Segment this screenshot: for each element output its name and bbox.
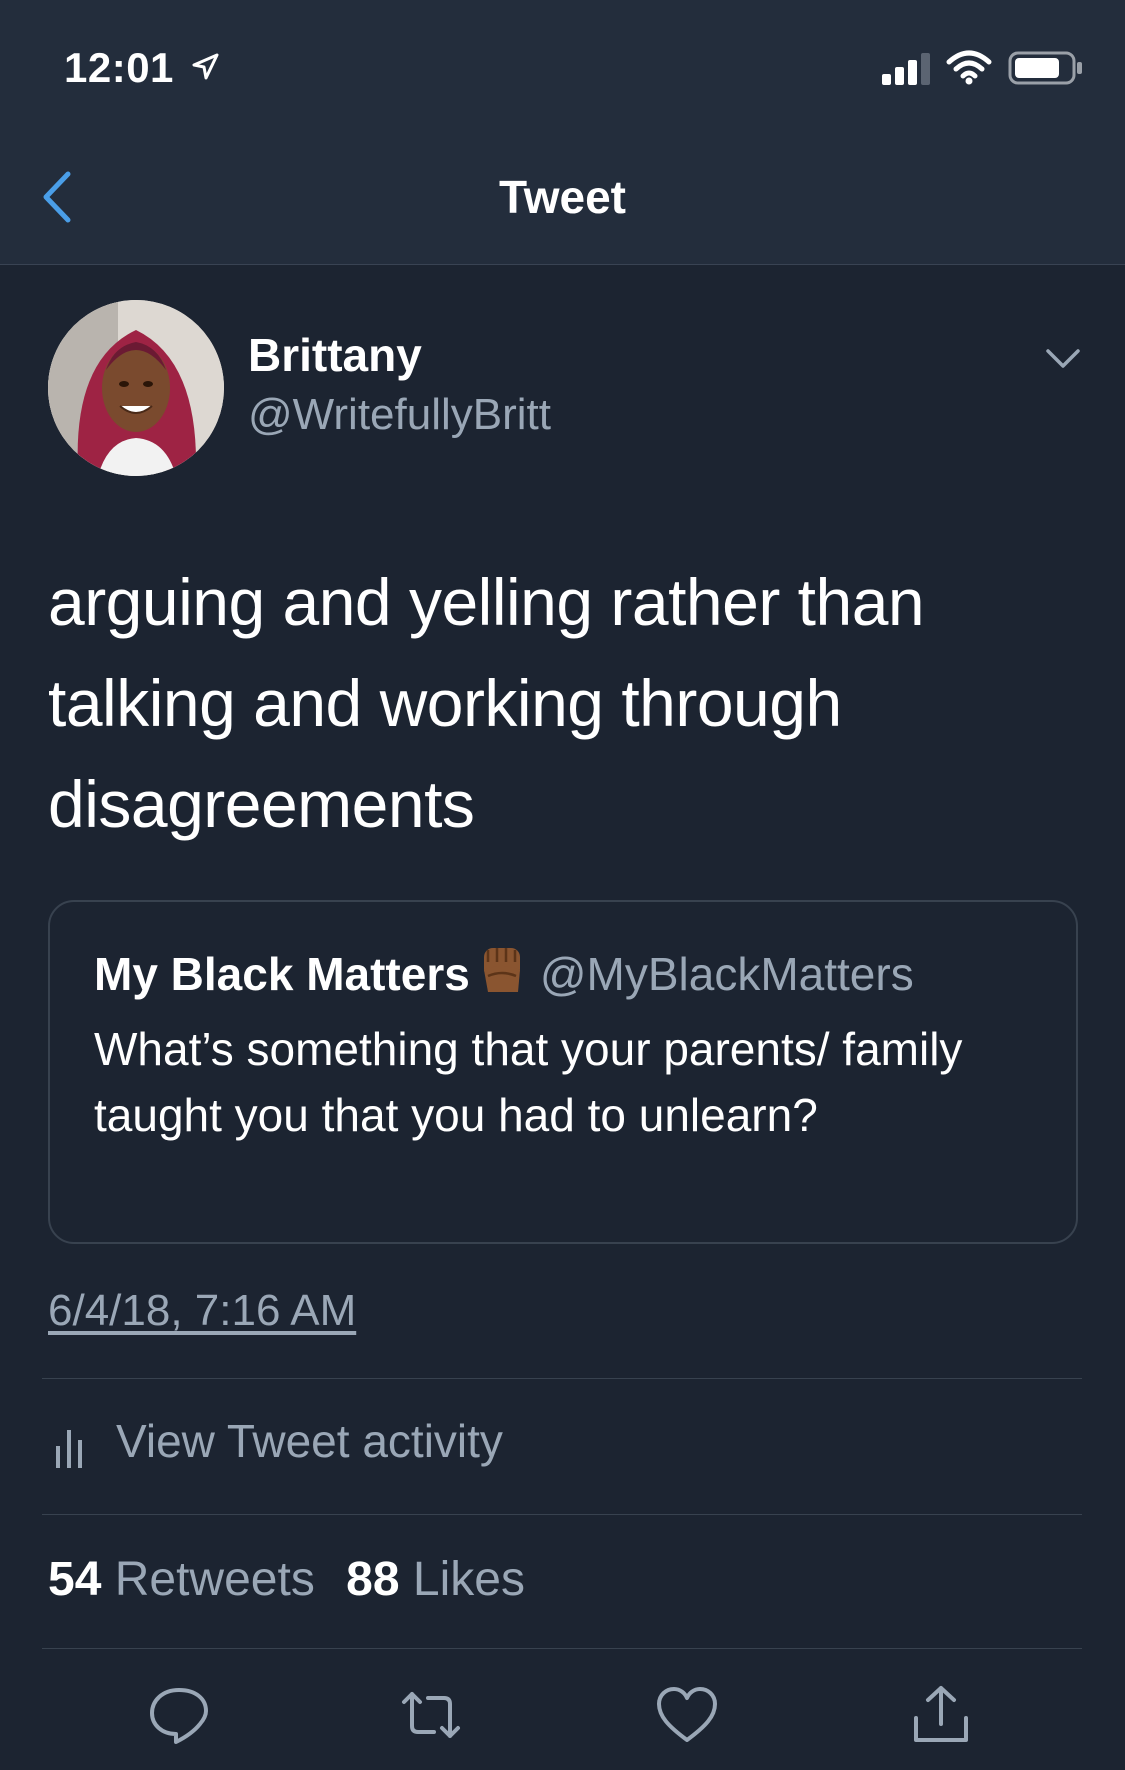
tweet-timestamp[interactable]: 6/4/18, 7:16 AM: [48, 1286, 356, 1336]
view-tweet-activity-label: View Tweet activity: [116, 1415, 503, 1467]
retweet-icon[interactable]: [398, 1684, 464, 1746]
author-handle[interactable]: @WritefullyBritt: [248, 390, 551, 440]
page-title: Tweet: [499, 171, 626, 223]
chevron-down-icon[interactable]: [1044, 346, 1082, 372]
view-tweet-activity-button[interactable]: View Tweet activity: [48, 1410, 748, 1480]
likes-label[interactable]: Likes: [413, 1553, 525, 1606]
top-bar: 12:01 Tweet: [0, 0, 1125, 265]
tweet-detail-screen: 12:01 Tweet Brittany @WritefullyBritt ar…: [0, 0, 1125, 1770]
location-arrow-icon: [192, 53, 219, 80]
divider: [42, 1378, 1082, 1379]
reply-icon[interactable]: [146, 1684, 212, 1746]
retweets-label[interactable]: Retweets: [115, 1553, 315, 1606]
author-name[interactable]: Brittany: [248, 328, 422, 382]
tweet-text: arguing and yelling rather than talking …: [48, 565, 925, 841]
cellular-signal-icon: [882, 53, 930, 85]
share-icon[interactable]: [908, 1684, 974, 1746]
quoted-tweet-header: My Black Matters @MyBlackMatters: [94, 940, 914, 1001]
wifi-icon: [946, 50, 992, 85]
retweets-count[interactable]: 54: [48, 1553, 101, 1606]
like-icon[interactable]: [654, 1684, 720, 1746]
quoted-tweet-text: What’s something that your parents/ fami…: [94, 1023, 963, 1141]
quoted-author-handle: @MyBlackMatters: [539, 948, 914, 1000]
avatar[interactable]: [48, 300, 224, 476]
engagement-stats: 54 Retweets 88 Likes: [48, 1552, 543, 1607]
raised-fist-icon: [483, 948, 520, 992]
battery-icon: [1008, 51, 1082, 85]
bar-chart-icon: [56, 1430, 82, 1468]
likes-count[interactable]: 88: [346, 1553, 399, 1606]
divider: [42, 1514, 1082, 1515]
divider: [42, 1648, 1082, 1649]
quoted-author-name: My Black Matters: [94, 948, 470, 1000]
status-time: 12:01: [64, 44, 174, 91]
avatar-photo: [48, 300, 224, 476]
quoted-tweet-card[interactable]: My Black Matters @MyBlackMatters What’s …: [48, 900, 1078, 1244]
